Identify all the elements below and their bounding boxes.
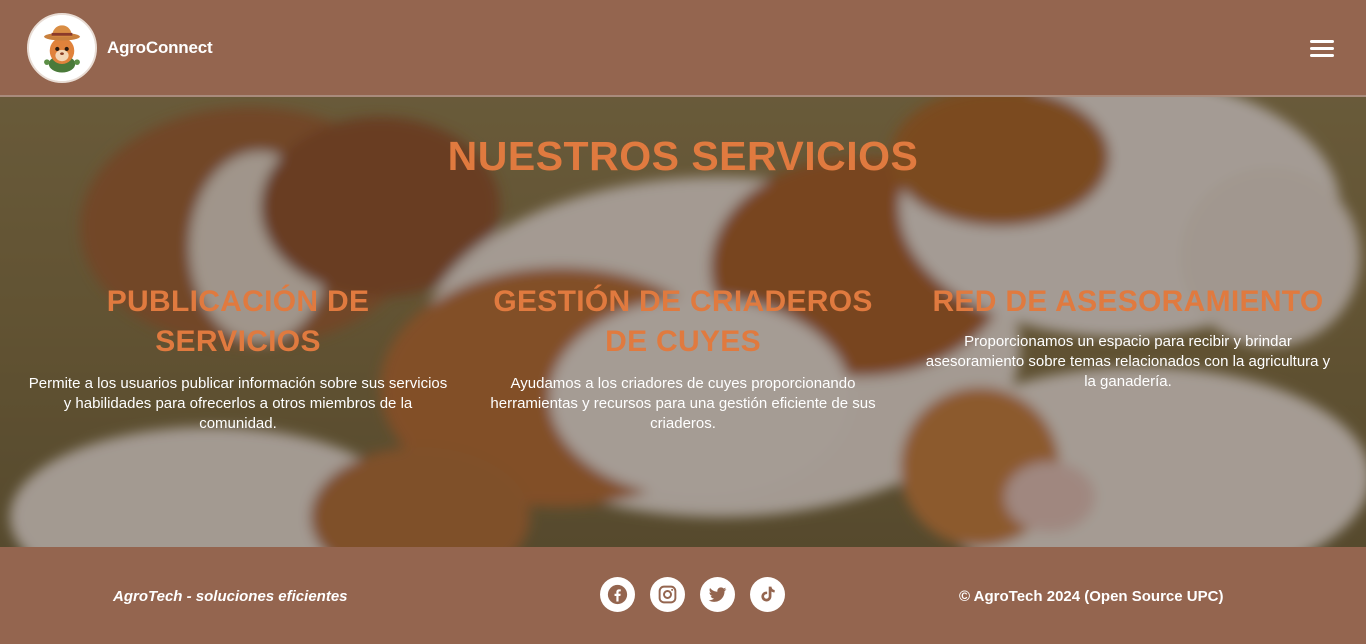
facebook-icon[interactable] — [600, 577, 635, 612]
service-card-red: RED DE ASESORAMIENTO Proporcionamos un e… — [918, 282, 1338, 392]
service-card-gestion: GESTIÓN DE CRIADEROS DE CUYES Ayudamos a… — [473, 282, 893, 434]
social-links — [600, 577, 785, 612]
guinea-pig-farmer-icon — [29, 15, 95, 81]
twitter-icon[interactable] — [700, 577, 735, 612]
service-description: Permite a los usuarios publicar informac… — [28, 375, 448, 432]
instagram-icon[interactable] — [650, 577, 685, 612]
service-title: PUBLICACIÓN DE SERVICIOS — [106, 285, 370, 358]
service-description: Ayudamos a los criadores de cuyes propor… — [490, 375, 876, 432]
site-header: AgroConnect — [0, 0, 1366, 97]
service-title: GESTIÓN DE CRIADEROS DE CUYES — [493, 285, 873, 358]
logo[interactable] — [27, 13, 97, 83]
site-footer: AgroTech - soluciones eficientes © AgroT… — [0, 547, 1366, 644]
service-card-publicacion: PUBLICACIÓN DE SERVICIOS Permite a los u… — [28, 282, 448, 434]
menu-bar — [1310, 40, 1334, 43]
section-title: NUESTROS SERVICIOS — [447, 133, 919, 179]
menu-bar — [1310, 54, 1334, 57]
services-section: NUESTROS SERVICIOS PUBLICACIÓN DE SERVIC… — [0, 97, 1366, 547]
hamburger-menu-icon[interactable] — [1306, 36, 1338, 62]
menu-bar — [1310, 47, 1334, 50]
service-description: Proporcionamos un espacio para recibir y… — [925, 333, 1331, 390]
service-title: RED DE ASESORAMIENTO — [932, 285, 1324, 318]
footer-tagline: AgroTech - soluciones eficientes — [113, 588, 348, 605]
footer-copyright: © AgroTech 2024 (Open Source UPC) — [959, 588, 1224, 605]
tiktok-icon[interactable] — [750, 577, 785, 612]
brand-name[interactable]: AgroConnect — [107, 38, 213, 58]
